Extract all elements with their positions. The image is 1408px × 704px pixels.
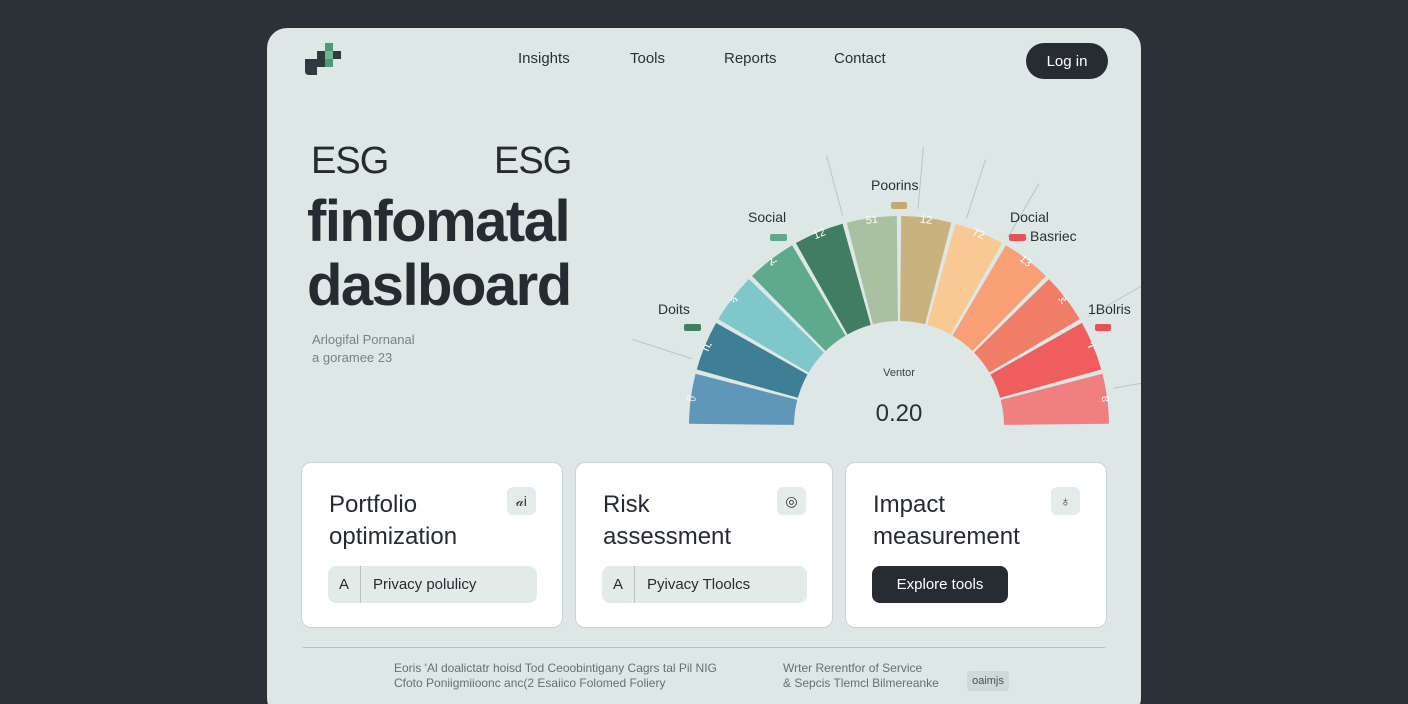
card-portfolio-optimization[interactable]: Portfolio optimization 𝒶i A Privacy polu…	[301, 462, 563, 628]
pill-prefix: A	[328, 566, 361, 603]
callout-docial: Docial	[1010, 209, 1049, 225]
hero-title-line-2: finfomatal	[307, 189, 571, 254]
footer-divider	[303, 647, 1105, 648]
top-nav: Insights Tools Reports Contact	[267, 50, 1141, 70]
nav-contact[interactable]: Contact	[834, 50, 886, 67]
explore-tools-button[interactable]: Explore tools	[872, 566, 1008, 603]
card-title: Impact measurement	[873, 491, 1020, 550]
nav-insights[interactable]: Insights	[518, 50, 570, 67]
callout-docial-marker	[1009, 234, 1026, 241]
callout-social-marker	[770, 234, 787, 241]
gauge-ray-3	[965, 159, 987, 219]
callout-1bolris-marker	[1095, 324, 1111, 331]
footer-text-1: Eoris 'Al doalictatr hoisd Tod Ceoobinti…	[394, 661, 717, 675]
page-frame: Insights Tools Reports Contact Log in ES…	[267, 28, 1141, 704]
nav-reports[interactable]: Reports	[724, 50, 777, 67]
callout-doits: Doits	[658, 301, 690, 317]
hero-subtitle-2: a goramee 23	[312, 350, 393, 365]
nav-tools[interactable]: Tools	[630, 50, 665, 67]
card-risk-assessment[interactable]: Risk assessment ◎ A Pyivacy Tloolcs	[575, 462, 833, 628]
callout-doits-marker	[684, 324, 701, 331]
footer-link-settings[interactable]: & Sepcis Tlemcl Bilmereanke	[783, 676, 939, 690]
card-impact-measurement[interactable]: Impact measurement ♁ Explore tools	[845, 462, 1107, 628]
callout-poorins-marker	[891, 202, 907, 209]
callout-basriec: Basriec	[1030, 228, 1077, 244]
ai-icon[interactable]: 𝒶i	[507, 487, 536, 515]
gauge-center-value: 0.20	[876, 400, 923, 427]
gauge-segment-label-7: 12	[919, 213, 933, 226]
footer-text-2: Cfoto Poniigmiioonc anc(2 Esaiico Folome…	[394, 676, 666, 690]
gauge-segment-label-12: ឧ	[1098, 395, 1111, 403]
gauge-ray-0	[632, 338, 692, 360]
hero-title-line-3: daslboard	[307, 253, 572, 318]
card-title: Risk assessment	[603, 491, 732, 550]
target-icon[interactable]: ◎	[777, 487, 806, 515]
card-title: Portfolio optimization	[329, 491, 458, 550]
gauge-ray-1	[826, 155, 844, 216]
pill-label: Pyivacy Tloolcs	[647, 576, 751, 593]
callout-social: Social	[748, 209, 786, 225]
footer-link-terms[interactable]: Wrter Rerentfor of Service	[783, 661, 922, 675]
hero-subtitle-1: Arlogifal Pornanal	[312, 332, 415, 347]
privacy-policy-link[interactable]: A Privacy polulicy	[328, 566, 537, 603]
callout-poorins: Poorins	[871, 177, 918, 193]
esg-gauge: টቢጓፈ1251 127213ጀፐឧ Ventor 0.20 Doits Soci…	[632, 147, 1141, 427]
leaf-icon[interactable]: ♁	[1051, 487, 1080, 515]
pill-prefix: A	[602, 566, 635, 603]
login-button[interactable]: Log in	[1026, 43, 1108, 79]
gauge-ray-2	[917, 147, 924, 209]
gauge-center-label: Ventor	[883, 367, 915, 379]
gauge-ray-6	[1113, 382, 1141, 389]
callout-1bolris: 1Bolris	[1088, 301, 1131, 317]
footer-tag[interactable]: oaimjs	[967, 671, 1009, 691]
gauge-segment-label-6: 51	[865, 213, 879, 226]
hero-esg-right: ESG	[494, 140, 572, 182]
privacy-tools-link[interactable]: A Pyivacy Tloolcs	[602, 566, 807, 603]
hero-esg-left: ESG	[311, 140, 389, 182]
pill-label: Privacy polulicy	[373, 576, 477, 593]
